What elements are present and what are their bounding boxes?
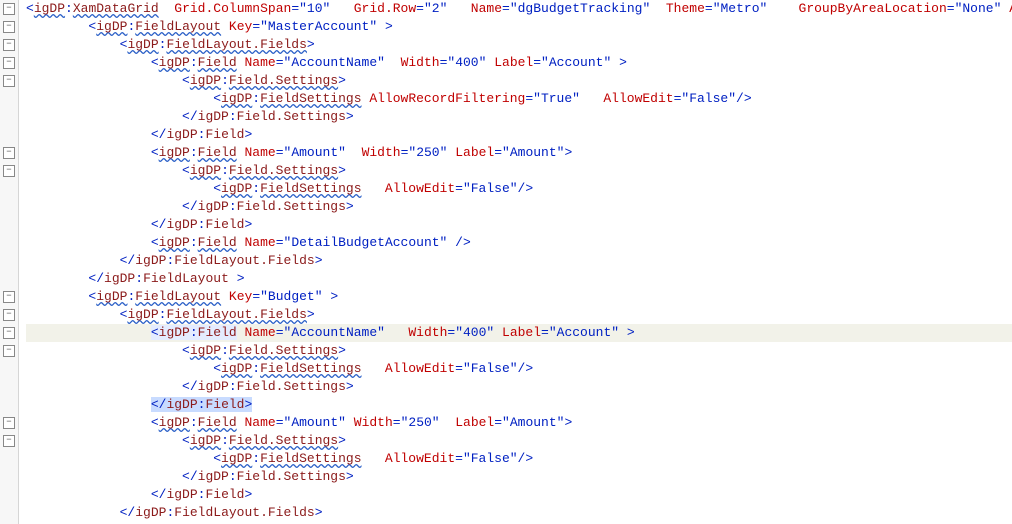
code-line[interactable]: </igDP:Field> — [26, 486, 1012, 504]
code-line[interactable]: <igDP:FieldSettings AllowEdit="False"/> — [26, 360, 1012, 378]
code-line[interactable]: <igDP:FieldSettings AllowEdit="False"/> — [26, 450, 1012, 468]
fold-gutter: − − − − − − − − − − − − − — [0, 0, 19, 524]
code-line[interactable]: </igDP:Field.Settings> — [26, 108, 1012, 126]
code-line[interactable]: <igDP:Field.Settings> — [26, 432, 1012, 450]
code-line[interactable]: <igDP:Field Name="DetailBudgetAccount" /… — [26, 234, 1012, 252]
code-line[interactable]: <igDP:Field Name="Amount" Width="250" La… — [26, 414, 1012, 432]
code-line[interactable]: </igDP:Field> — [26, 126, 1012, 144]
code-line[interactable]: <igDP:Field.Settings> — [26, 342, 1012, 360]
fold-toggle[interactable]: − — [3, 39, 15, 51]
fold-toggle[interactable]: − — [3, 345, 15, 357]
fold-toggle[interactable]: − — [3, 435, 15, 447]
code-line[interactable]: </igDP:Field.Settings> — [26, 378, 1012, 396]
code-line[interactable]: <igDP:FieldLayout Key="MasterAccount" > — [26, 18, 1012, 36]
fold-toggle[interactable]: − — [3, 21, 15, 33]
code-line[interactable]: <igDP:XamDataGrid Grid.ColumnSpan="10" G… — [26, 0, 1012, 18]
code-line[interactable]: <igDP:Field Name="AccountName" Width="40… — [26, 54, 1012, 72]
code-line[interactable]: </igDP:FieldLayout.Fields> — [26, 504, 1012, 522]
code-line[interactable]: <igDP:Field Name="Amount" Width="250" La… — [26, 144, 1012, 162]
fold-toggle[interactable]: − — [3, 309, 15, 321]
fold-toggle[interactable]: − — [3, 57, 15, 69]
fold-toggle[interactable]: − — [3, 3, 15, 15]
code-line[interactable]: </igDP:Field.Settings> — [26, 198, 1012, 216]
code-line[interactable]: <igDP:FieldLayout Key="Budget" > — [26, 288, 1012, 306]
code-line[interactable]: </igDP:FieldLayout > — [26, 270, 1012, 288]
fold-toggle[interactable]: − — [3, 75, 15, 87]
code-line[interactable]: </igDP:Field.Settings> — [26, 468, 1012, 486]
code-line[interactable]: <igDP:Field.Settings> — [26, 162, 1012, 180]
code-line[interactable]: <igDP:FieldSettings AllowRecordFiltering… — [26, 90, 1012, 108]
code-line[interactable]: <igDP:FieldLayout.Fields> — [26, 36, 1012, 54]
code-line-highlight[interactable]: <igDP:Field Name="AccountName" Width="40… — [26, 324, 1012, 342]
fold-toggle[interactable]: − — [3, 417, 15, 429]
fold-toggle[interactable]: − — [3, 165, 15, 177]
code-line[interactable]: </igDP:Field> — [26, 396, 1012, 414]
fold-toggle[interactable]: − — [3, 327, 15, 339]
code-line[interactable]: <igDP:FieldLayout.Fields> — [26, 306, 1012, 324]
fold-toggle[interactable]: − — [3, 147, 15, 159]
code-line[interactable]: <igDP:FieldSettings AllowEdit="False"/> — [26, 180, 1012, 198]
fold-toggle[interactable]: − — [3, 291, 15, 303]
code-line[interactable]: <igDP:Field.Settings> — [26, 72, 1012, 90]
code-line[interactable]: </igDP:Field> — [26, 216, 1012, 234]
xaml-code-editor[interactable]: − − − − − − − − − − − − − <igDP:XamDataG… — [0, 0, 1012, 524]
code-line[interactable]: </igDP:FieldLayout.Fields> — [26, 252, 1012, 270]
